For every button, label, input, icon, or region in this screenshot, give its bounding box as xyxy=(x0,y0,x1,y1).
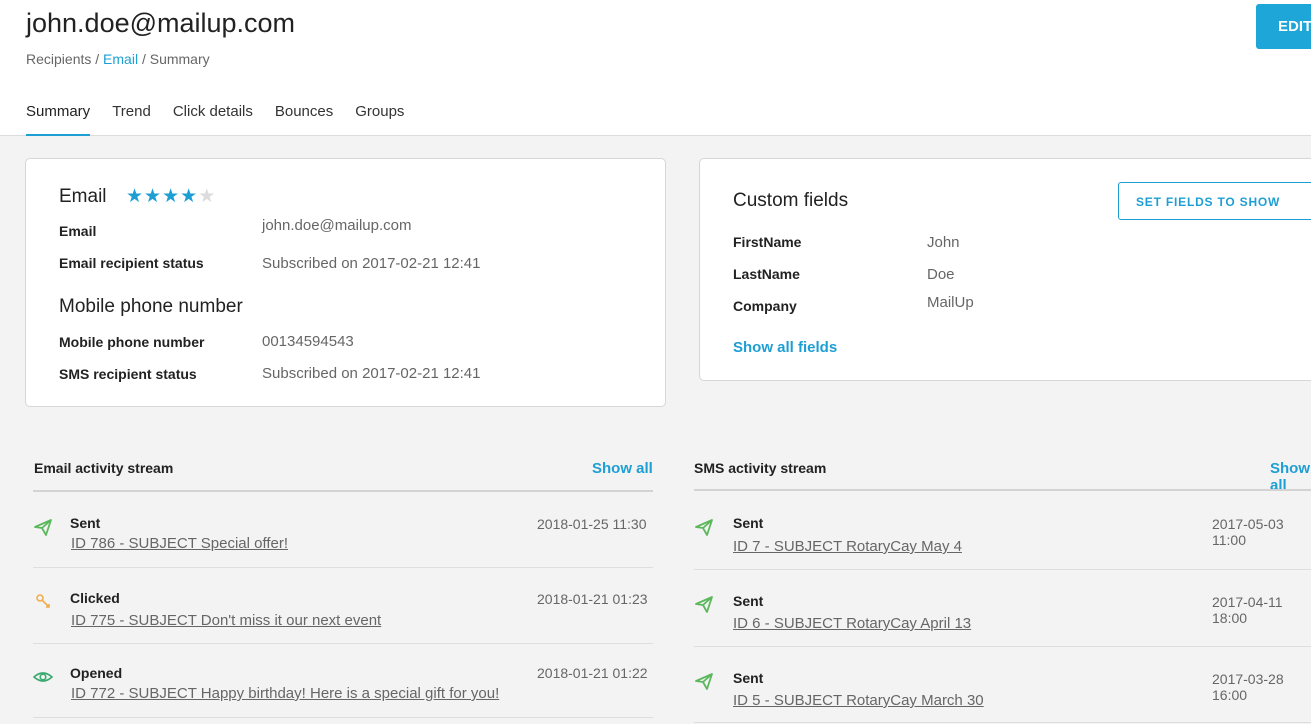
event-date: 2017-05-03 11:00 xyxy=(1212,516,1284,548)
event-date: 2017-03-28 16:00 xyxy=(1212,671,1284,703)
tab-click-details[interactable]: Click details xyxy=(173,103,253,134)
paper-plane-icon xyxy=(695,673,713,690)
event-subject-link[interactable]: ID 7 - SUBJECT RotaryCay May 4 xyxy=(733,538,962,555)
tab-summary[interactable]: Summary xyxy=(26,103,91,136)
star-icon: ★ xyxy=(144,186,163,207)
star-icon: ★ xyxy=(198,186,217,207)
field-value: MailUp xyxy=(927,294,974,311)
email-show-all-link[interactable]: Show all xyxy=(592,460,653,477)
sms-stream-divider xyxy=(694,489,1311,491)
contact-card: Email ★★★★★ Email john.doe@mailup.com Em… xyxy=(25,158,666,407)
tab-trend[interactable]: Trend xyxy=(112,103,151,134)
event-date: 2018-01-21 01:23 xyxy=(537,591,648,607)
event-status: Sent xyxy=(733,593,764,609)
event-status: Sent xyxy=(70,515,101,531)
event-status: Sent xyxy=(733,515,764,531)
field-name: LastName xyxy=(733,266,800,282)
breadcrumb-email[interactable]: Email xyxy=(103,51,138,67)
email-section-title: Email xyxy=(59,186,107,207)
email-stream-divider xyxy=(33,490,653,492)
email-status-value: Subscribed on 2017-02-21 12:41 xyxy=(262,255,481,272)
mobile-value: 00134594543 xyxy=(262,333,354,350)
row-divider xyxy=(33,643,653,644)
page-header: john.doe@mailup.com Recipients / Email /… xyxy=(0,0,1311,136)
field-value: Doe xyxy=(927,266,955,283)
field-value: John xyxy=(927,234,960,251)
eye-icon xyxy=(33,672,53,682)
field-name: Company xyxy=(733,298,797,314)
rating-stars: ★★★★★ xyxy=(126,185,216,208)
mobile-section-title: Mobile phone number xyxy=(59,296,243,317)
custom-fields-title: Custom fields xyxy=(733,190,849,211)
row-divider xyxy=(694,646,1311,647)
event-subject-link[interactable]: ID 6 - SUBJECT RotaryCay April 13 xyxy=(733,615,971,632)
star-icon: ★ xyxy=(126,186,145,207)
sms-status-label: SMS recipient status xyxy=(59,366,197,382)
paper-plane-icon xyxy=(695,596,713,613)
mobile-label: Mobile phone number xyxy=(59,334,205,350)
tab-groups[interactable]: Groups xyxy=(355,103,404,134)
event-subject-link[interactable]: ID 786 - SUBJECT Special offer! xyxy=(71,535,288,552)
row-divider xyxy=(33,567,653,568)
email-label: Email xyxy=(59,223,97,239)
edit-button[interactable]: EDIT xyxy=(1256,4,1311,49)
event-subject-link[interactable]: ID 775 - SUBJECT Don't miss it our next … xyxy=(71,612,381,629)
tab-bar: Summary Trend Click details Bounces Grou… xyxy=(26,103,426,136)
star-icon: ★ xyxy=(162,186,181,207)
paper-plane-icon xyxy=(695,519,713,536)
event-status: Clicked xyxy=(70,590,120,606)
row-divider xyxy=(694,569,1311,570)
breadcrumb-recipients[interactable]: Recipients / xyxy=(26,51,99,67)
tab-bounces[interactable]: Bounces xyxy=(275,103,333,134)
row-divider xyxy=(694,722,1311,723)
event-status: Sent xyxy=(733,670,764,686)
event-date: 2018-01-25 11:30 xyxy=(537,516,647,532)
event-date: 2017-04-11 18:00 xyxy=(1212,594,1283,626)
event-subject-link[interactable]: ID 772 - SUBJECT Happy birthday! Here is… xyxy=(71,685,499,702)
set-fields-button[interactable]: SET FIELDS TO SHOW xyxy=(1118,182,1311,220)
show-all-fields-link[interactable]: Show all fields xyxy=(733,339,837,356)
breadcrumb: Recipients / Email / Summary xyxy=(26,51,210,67)
star-icon: ★ xyxy=(180,186,199,207)
row-divider xyxy=(33,717,653,718)
page-title: john.doe@mailup.com xyxy=(26,8,296,38)
breadcrumb-summary: / Summary xyxy=(141,51,210,67)
event-status: Opened xyxy=(70,665,123,681)
paper-plane-icon xyxy=(34,519,52,536)
event-date: 2018-01-21 01:22 xyxy=(537,665,648,681)
event-subject-link[interactable]: ID 5 - SUBJECT RotaryCay March 30 xyxy=(733,692,984,709)
email-stream-title: Email activity stream xyxy=(34,460,174,476)
sms-stream-title: SMS activity stream xyxy=(694,460,827,476)
click-icon xyxy=(36,594,50,608)
email-value: john.doe@mailup.com xyxy=(262,217,412,234)
custom-fields-card: Custom fields SET FIELDS TO SHOW FirstNa… xyxy=(699,158,1311,381)
field-name: FirstName xyxy=(733,234,802,250)
email-status-label: Email recipient status xyxy=(59,255,204,271)
sms-status-value: Subscribed on 2017-02-21 12:41 xyxy=(262,365,481,382)
